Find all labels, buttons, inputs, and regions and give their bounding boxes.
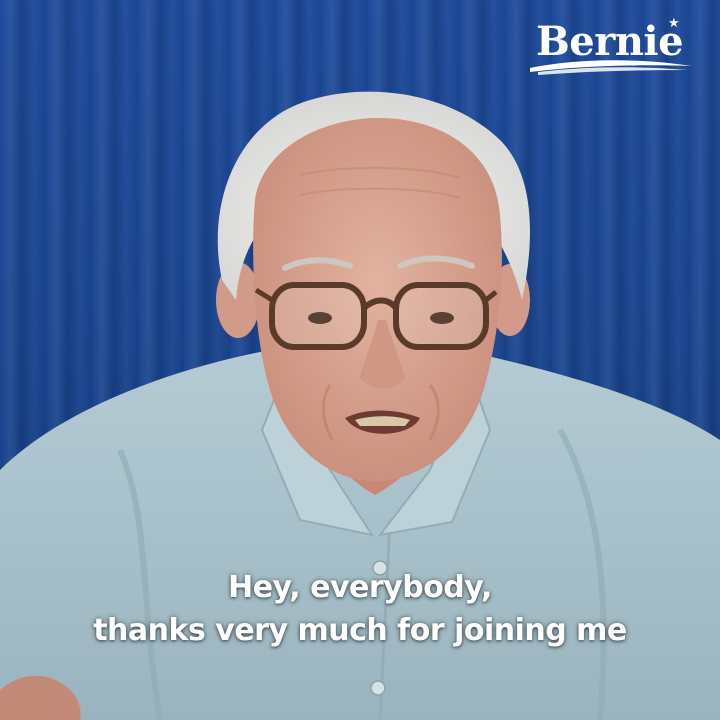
shirt-button bbox=[370, 680, 386, 696]
logo-swoosh-icon bbox=[530, 60, 692, 75]
subtitle-caption: Hey, everybody, thanks very much for joi… bbox=[0, 566, 720, 652]
video-frame: Bernie ★ Hey, everybody, thanks very muc… bbox=[0, 0, 720, 720]
star-icon: ★ bbox=[668, 16, 680, 31]
bernie-logo: Bernie ★ bbox=[528, 16, 694, 78]
caption-line-2: thanks very much for joining me bbox=[93, 613, 627, 648]
caption-line-1: Hey, everybody, bbox=[228, 570, 492, 605]
